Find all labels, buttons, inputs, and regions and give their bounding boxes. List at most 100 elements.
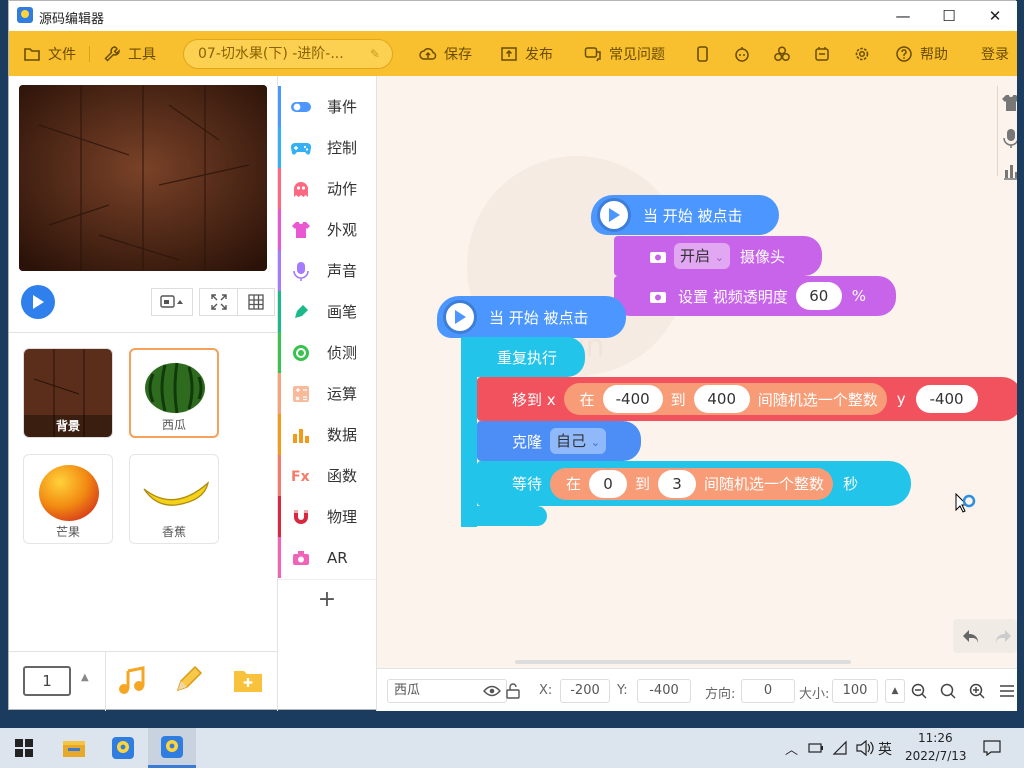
wait-block[interactable]: 等待 在 0 到 3 间随机选一个整数 秒 bbox=[477, 461, 911, 506]
battery-icon[interactable] bbox=[808, 741, 824, 755]
y-input[interactable]: -400 bbox=[915, 385, 978, 413]
app-logo-icon bbox=[17, 7, 33, 23]
app-taskbar-button-1[interactable] bbox=[99, 728, 147, 768]
tools-menu-button[interactable]: 工具 bbox=[103, 31, 156, 76]
device-icon bbox=[815, 46, 829, 61]
event-hat-block-2[interactable]: 当 开始 被点击 bbox=[437, 296, 626, 338]
undo-icon[interactable] bbox=[961, 627, 981, 645]
category-4[interactable]: 外观 bbox=[278, 209, 376, 250]
volume-icon[interactable] bbox=[856, 740, 874, 756]
size-input[interactable]: 100 bbox=[832, 679, 878, 703]
category-5[interactable]: 声音 bbox=[278, 250, 376, 291]
category-3[interactable]: 动作 bbox=[278, 168, 376, 209]
scene-expand-arrow-icon[interactable]: ▲ bbox=[81, 672, 89, 683]
event-hat-block-1[interactable]: 当 开始 被点击 bbox=[591, 195, 779, 235]
help-button[interactable]: 帮助 bbox=[895, 31, 948, 76]
maximize-button[interactable]: ☐ bbox=[926, 1, 972, 31]
zoom-in-icon[interactable] bbox=[969, 683, 985, 699]
category-label: 外观 bbox=[327, 221, 358, 239]
repeat-forever-block[interactable]: 重复执行 bbox=[461, 337, 585, 377]
menu-hamburger-icon[interactable] bbox=[999, 684, 1015, 698]
category-9[interactable]: 数据 bbox=[278, 414, 376, 455]
hexagons-icon bbox=[774, 45, 790, 61]
login-button[interactable]: 登录 bbox=[981, 31, 1009, 76]
variables-chart-icon[interactable] bbox=[1003, 162, 1017, 180]
stage-preview[interactable] bbox=[19, 85, 267, 271]
start-button[interactable] bbox=[0, 728, 48, 768]
device-button[interactable] bbox=[813, 31, 831, 76]
random-int-reporter-2[interactable]: 在 0 到 3 间随机选一个整数 bbox=[550, 467, 834, 500]
category-8[interactable]: 运算 bbox=[278, 373, 376, 414]
clone-target-value: 自己 bbox=[556, 432, 587, 450]
zoom-reset-icon[interactable] bbox=[940, 683, 956, 699]
horizontal-scrollbar[interactable] bbox=[515, 660, 851, 664]
camera-mode-dropdown[interactable]: 开启 ⌄ bbox=[674, 243, 731, 269]
notification-icon[interactable] bbox=[983, 740, 1001, 756]
transparency-input[interactable]: 60 bbox=[795, 282, 842, 310]
tray-chevron-up-icon[interactable]: ︿ bbox=[785, 739, 798, 758]
code-workspace[interactable]: Admin 当 开始 被点击 开启 ⌄ 摄像头 设置 视频透明度 60 % 当 … bbox=[377, 76, 1017, 668]
category-6[interactable]: 画笔 bbox=[278, 291, 376, 332]
app-taskbar-button-2-active[interactable] bbox=[148, 728, 196, 768]
zoom-out-icon[interactable] bbox=[911, 683, 927, 699]
costume-shirt-icon[interactable] bbox=[1001, 94, 1017, 112]
run-play-button[interactable] bbox=[21, 285, 55, 319]
random-to-input[interactable]: 400 bbox=[693, 385, 750, 413]
move-to-block[interactable]: 移到 x 在 -400 到 400 间随机选一个整数 y -400 bbox=[477, 377, 1017, 421]
edit-pencil-icon[interactable]: ✎ bbox=[370, 40, 380, 68]
start-flag-icon bbox=[597, 198, 631, 232]
phone-preview-button[interactable] bbox=[693, 31, 711, 76]
fullscreen-button[interactable] bbox=[199, 288, 237, 316]
zoom-arrow-up-icon[interactable]: ▲ bbox=[885, 679, 905, 703]
direction-input[interactable]: 0 bbox=[741, 679, 795, 703]
divider bbox=[9, 332, 277, 333]
file-explorer-taskbar-button[interactable] bbox=[50, 728, 98, 768]
publish-button[interactable]: 发布 bbox=[500, 31, 553, 76]
category-10[interactable]: Fx 函数 bbox=[278, 455, 376, 496]
sprite-card-mango[interactable]: 芒果 bbox=[23, 454, 113, 544]
ghost-icon bbox=[290, 180, 312, 198]
random-int-reporter-1[interactable]: 在 -400 到 400 间随机选一个整数 bbox=[563, 383, 887, 415]
x-input[interactable]: -200 bbox=[560, 679, 610, 703]
settings-button[interactable] bbox=[853, 31, 871, 76]
stage-size-dropdown[interactable] bbox=[151, 288, 193, 316]
category-1[interactable]: 事件 bbox=[278, 86, 376, 127]
sprite-card-watermelon[interactable]: 西瓜 bbox=[129, 348, 219, 438]
file-menu-button[interactable]: 文件 bbox=[23, 31, 76, 76]
grid-toggle-button[interactable] bbox=[237, 288, 275, 316]
close-button[interactable]: ✕ bbox=[972, 1, 1018, 31]
robot-button[interactable] bbox=[733, 31, 751, 76]
clone-target-dropdown[interactable]: 自己 ⌄ bbox=[550, 428, 607, 454]
save-button[interactable]: 保存 bbox=[419, 31, 472, 76]
lock-icon[interactable] bbox=[506, 683, 520, 699]
category-12[interactable]: AR bbox=[278, 537, 376, 578]
random-from-input[interactable]: -400 bbox=[602, 385, 663, 413]
tools-menu-label: 工具 bbox=[128, 46, 156, 63]
add-extension-button[interactable]: + bbox=[278, 579, 376, 619]
ime-indicator[interactable]: 英 bbox=[878, 739, 892, 759]
faq-button[interactable]: 常见问题 bbox=[584, 31, 665, 76]
camera-on-block[interactable]: 开启 ⌄ 摄像头 bbox=[614, 236, 822, 276]
y-input[interactable]: -400 bbox=[637, 679, 691, 703]
sprite-card-background[interactable]: 背景 bbox=[23, 348, 113, 438]
redo-icon[interactable] bbox=[993, 627, 1013, 645]
paint-button[interactable] bbox=[173, 665, 203, 699]
project-name-field[interactable]: 07-切水果(下) -进阶-... ✎ bbox=[183, 39, 393, 69]
extensions-button[interactable] bbox=[773, 31, 791, 76]
category-2[interactable]: 控制 bbox=[278, 127, 376, 168]
add-sprite-folder-button[interactable] bbox=[233, 667, 263, 697]
sound-mic-icon[interactable] bbox=[1003, 128, 1017, 148]
random-from-input[interactable]: 0 bbox=[589, 469, 628, 498]
scene-selector[interactable]: 1 bbox=[23, 666, 71, 696]
video-transparency-block[interactable]: 设置 视频透明度 60 % bbox=[614, 276, 896, 316]
category-11[interactable]: 物理 bbox=[278, 496, 376, 537]
category-7[interactable]: 侦测 bbox=[278, 332, 376, 373]
undo-redo-group bbox=[953, 619, 1017, 653]
network-icon[interactable] bbox=[832, 740, 848, 756]
sprite-card-banana[interactable]: 香蕉 bbox=[129, 454, 219, 544]
visibility-eye-icon[interactable] bbox=[483, 685, 501, 697]
random-to-input[interactable]: 3 bbox=[658, 469, 697, 498]
music-button[interactable] bbox=[117, 666, 147, 700]
minimize-button[interactable]: — bbox=[880, 1, 926, 31]
clone-block[interactable]: 克隆 自己 ⌄ bbox=[477, 421, 641, 461]
